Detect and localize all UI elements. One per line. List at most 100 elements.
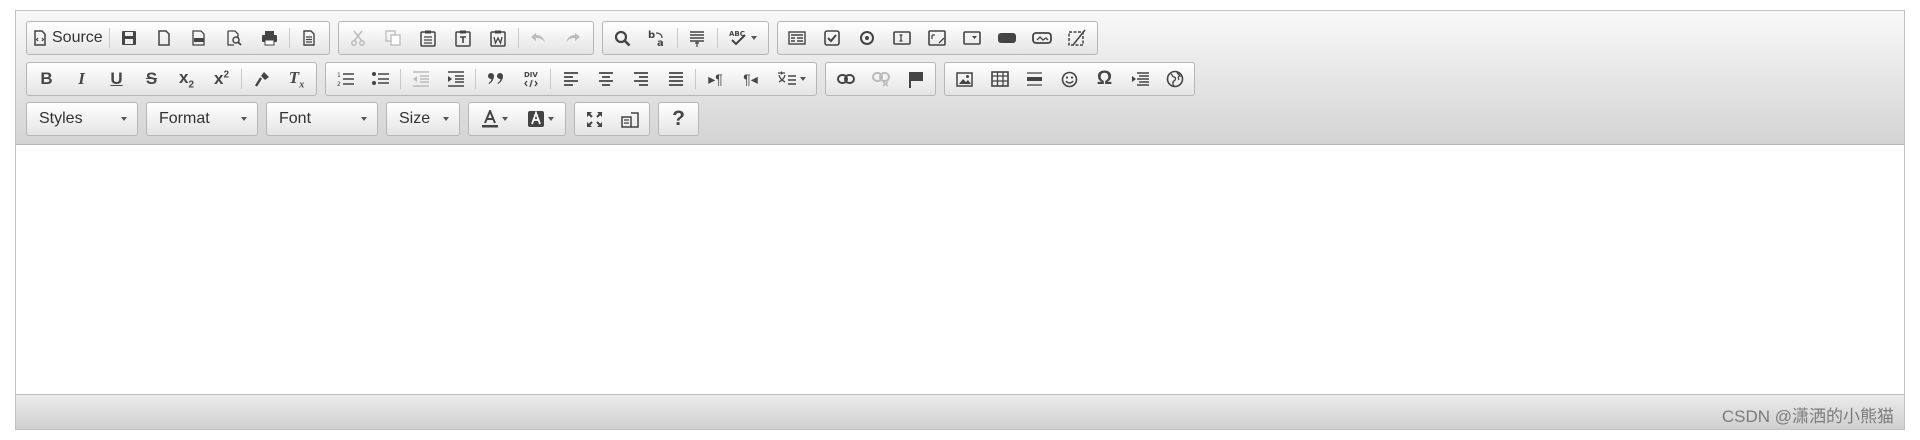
align-left-button[interactable] xyxy=(553,64,588,94)
superscript-button[interactable]: x2 xyxy=(204,64,239,94)
special-char-button[interactable]: Ω xyxy=(1087,64,1122,94)
print-button[interactable] xyxy=(252,23,287,53)
select-all-button[interactable] xyxy=(680,23,715,53)
anchor-button[interactable] xyxy=(898,64,933,94)
new-page-button[interactable] xyxy=(147,23,182,53)
copy-formatting-button[interactable] xyxy=(244,64,279,94)
table-button[interactable] xyxy=(982,64,1017,94)
unlink-button[interactable] xyxy=(863,64,898,94)
smiley-button[interactable] xyxy=(1052,64,1087,94)
templates-button[interactable] xyxy=(292,23,327,53)
justify-button[interactable] xyxy=(658,64,693,94)
checkbox-button[interactable] xyxy=(815,23,850,53)
underline-icon: U xyxy=(110,69,123,88)
spellcheck-button[interactable]: ABC xyxy=(720,23,766,53)
iframe-button[interactable] xyxy=(1157,64,1192,94)
separator xyxy=(676,28,678,48)
show-blocks-button[interactable] xyxy=(612,104,647,134)
help-button[interactable]: ? xyxy=(661,104,696,134)
chevron-down-icon xyxy=(751,36,758,40)
copy-button[interactable] xyxy=(376,23,411,53)
subscript-button[interactable]: x2 xyxy=(169,64,204,94)
separator xyxy=(550,69,551,89)
hidden-field-icon xyxy=(1068,29,1086,46)
strike-button[interactable]: S xyxy=(134,64,169,94)
basic-styles-group: B I U S x2 x2 Tx xyxy=(26,62,317,96)
chevron-down-icon xyxy=(799,77,806,81)
maximize-button[interactable] xyxy=(577,104,612,134)
blockquote-button[interactable] xyxy=(478,64,513,94)
link-icon xyxy=(836,74,855,84)
editor-toolbar: Source b a ABC B I U S x2 x2 Tx 1 2 DIV … xyxy=(16,11,1904,145)
text-field-button[interactable] xyxy=(885,23,920,53)
underline-button[interactable]: U xyxy=(99,64,134,94)
div-icon: DIV xyxy=(524,71,538,88)
editor-status-bar: CSDN @潇洒的小熊猫 xyxy=(16,394,1904,429)
rtl-icon: ¶◂ xyxy=(743,70,758,87)
undo-button[interactable] xyxy=(521,23,556,53)
select-field-button[interactable] xyxy=(955,23,990,53)
indent-button[interactable] xyxy=(438,64,473,94)
ltr-icon: ▸¶ xyxy=(708,70,723,87)
italic-icon: I xyxy=(78,69,85,88)
links-group xyxy=(825,62,936,96)
format-select[interactable]: Format xyxy=(146,102,258,136)
bg-color-button[interactable] xyxy=(517,104,563,134)
create-div-button[interactable]: DIV xyxy=(513,64,548,94)
textarea-button[interactable] xyxy=(920,23,955,53)
source-button[interactable]: Source xyxy=(29,23,107,53)
find-button[interactable] xyxy=(605,23,640,53)
align-right-button[interactable] xyxy=(623,64,658,94)
page-break-button[interactable] xyxy=(1122,64,1157,94)
ltr-button[interactable]: ▸¶ xyxy=(698,64,733,94)
paste-from-word-button[interactable] xyxy=(481,23,516,53)
cut-button[interactable] xyxy=(341,23,376,53)
link-button[interactable] xyxy=(828,64,863,94)
editor-content-area[interactable] xyxy=(16,145,1904,395)
remove-format-button[interactable]: Tx xyxy=(279,64,314,94)
chevron-down-icon xyxy=(501,117,508,121)
language-button[interactable] xyxy=(768,64,814,94)
align-center-button[interactable] xyxy=(588,64,623,94)
text-color-icon xyxy=(481,110,498,128)
hidden-field-button[interactable] xyxy=(1060,23,1095,53)
clipboard-group xyxy=(337,21,594,55)
italic-button[interactable]: I xyxy=(64,64,99,94)
numbered-list-button[interactable]: 12 xyxy=(328,64,363,94)
bulleted-list-button[interactable] xyxy=(363,64,398,94)
paste-text-button[interactable] xyxy=(446,23,481,53)
styles-select[interactable]: Styles xyxy=(26,102,138,136)
outdent-button[interactable] xyxy=(403,64,438,94)
bold-button[interactable]: B xyxy=(29,64,64,94)
font-select[interactable]: Font xyxy=(266,102,378,136)
colors-group xyxy=(468,102,566,136)
radio-button[interactable] xyxy=(850,23,885,53)
save-button[interactable] xyxy=(112,23,147,53)
export-pdf-button[interactable] xyxy=(182,23,217,53)
replace-button[interactable]: ba xyxy=(640,23,675,53)
paste-word-icon xyxy=(490,30,506,47)
button-field-button[interactable] xyxy=(990,23,1025,53)
image-button[interactable] xyxy=(947,64,982,94)
preview-button[interactable] xyxy=(217,23,252,53)
unlink-icon xyxy=(871,72,890,87)
select-all-icon xyxy=(690,30,705,47)
image-button-button[interactable] xyxy=(1025,23,1060,53)
show-blocks-icon xyxy=(620,112,639,128)
size-select[interactable]: Size xyxy=(386,102,460,136)
language-icon xyxy=(777,71,796,85)
horizontal-rule-button[interactable] xyxy=(1017,64,1052,94)
justify-icon xyxy=(668,71,683,86)
document-group: Source xyxy=(26,21,330,55)
source-label: Source xyxy=(52,29,103,46)
form-button[interactable] xyxy=(780,23,815,53)
replace-icon: ba xyxy=(648,30,664,47)
redo-button[interactable] xyxy=(556,23,591,53)
rtl-button[interactable]: ¶◂ xyxy=(733,64,768,94)
paste-button[interactable] xyxy=(411,23,446,53)
chevron-down-icon xyxy=(121,117,127,121)
text-color-button[interactable] xyxy=(471,104,517,134)
editing-group: ba ABC xyxy=(601,21,769,55)
separator xyxy=(475,69,476,89)
iframe-icon xyxy=(1166,70,1183,88)
